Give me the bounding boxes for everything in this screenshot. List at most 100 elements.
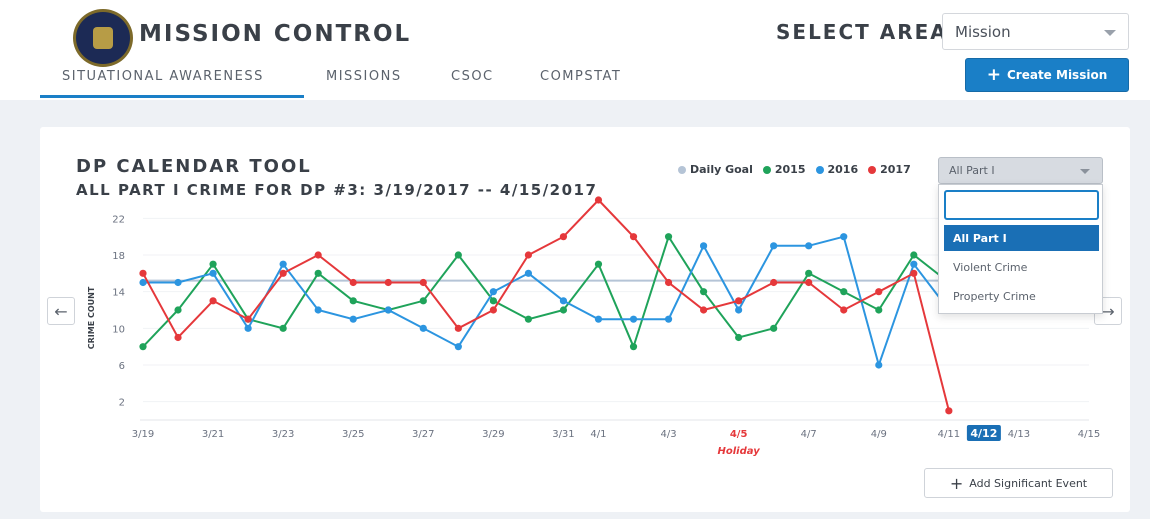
data-point-2016 [489,288,497,296]
data-point-2016 [419,324,427,332]
data-point-2015 [664,233,673,241]
data-point-2015 [454,251,462,259]
x-tick-label: 4/9 [871,429,887,440]
x-tick-label: 4/3 [661,429,677,440]
data-point-2015 [594,260,603,268]
data-point-2016 [559,297,568,305]
y-tick-label: 18 [112,251,125,262]
data-point-2017 [840,306,848,314]
data-point-2016 [594,315,603,323]
dropdown-option-all-part-i[interactable]: All Part I [944,225,1099,251]
data-point-2017 [735,297,743,305]
x-tick-label: 3/25 [342,429,364,440]
data-point-2017 [209,297,217,305]
data-point-2016 [840,233,848,241]
data-point-2015 [489,297,497,305]
data-point-2016 [805,242,813,250]
x-tick-label: 4/7 [801,429,817,440]
data-point-2017 [524,251,533,259]
data-point-2017 [770,278,778,287]
crime-type-dropdown: All Part I Violent Crime Property Crime [938,184,1103,314]
data-point-2016 [349,315,357,323]
dropdown-option-property-crime[interactable]: Property Crime [944,283,1099,309]
x-tick-label: 4/15 [1078,429,1100,440]
data-point-2017 [279,269,287,277]
data-point-2015 [875,306,883,314]
dropdown-option-violent-crime[interactable]: Violent Crime [944,254,1099,280]
x-tick-label: 3/31 [552,429,574,440]
x-tick-label: 4/11 [938,429,960,440]
data-point-2015 [840,288,848,296]
data-point-2016 [735,306,743,314]
data-point-2017 [594,196,603,204]
data-point-2017 [664,278,673,287]
data-point-2015 [279,324,287,332]
data-point-2017 [384,278,392,287]
series-line-2017 [142,198,950,412]
arrow-left-icon: ← [54,301,68,321]
dropdown-search-input[interactable] [944,190,1099,220]
data-point-2016 [875,361,883,369]
crime-type-select-value: All Part I [949,164,995,177]
data-point-2016 [524,269,533,277]
data-point-2016 [174,278,182,287]
data-point-2017 [910,269,918,277]
holiday-label: Holiday [718,446,761,457]
data-point-2016 [279,260,287,268]
y-tick-label: 10 [112,324,125,335]
x-tick-label: 3/29 [482,429,504,440]
data-point-2015 [735,333,743,342]
data-point-2017 [629,233,638,241]
data-point-2015 [629,343,638,351]
data-point-2015 [174,306,182,314]
data-point-2016 [770,242,778,250]
crime-type-select[interactable]: All Part I [938,157,1103,184]
x-tick-label: 3/21 [202,429,224,440]
data-point-2015 [699,288,708,296]
y-tick-label: 2 [119,398,125,409]
data-point-2016 [454,343,462,351]
x-tick-label: 4/1 [590,429,606,440]
data-point-2017 [699,306,708,314]
chevron-down-icon [1080,169,1090,174]
x-tick-label: 3/19 [132,429,154,440]
data-point-2015 [559,306,568,314]
data-point-2015 [209,260,217,268]
x-tick-label: 3/27 [412,429,434,440]
y-tick-label: 14 [112,288,125,299]
data-point-2015 [419,297,427,305]
data-point-2017 [875,288,883,296]
previous-period-button[interactable]: ← [47,297,75,325]
data-point-2016 [699,242,708,250]
data-point-2015 [805,269,813,277]
add-significant-event-button[interactable]: + Add Significant Event [924,468,1113,498]
data-point-2017 [139,269,147,277]
data-point-2016 [244,324,252,332]
data-point-2017 [805,278,813,287]
data-point-2017 [489,306,497,314]
y-axis-label: CRIME COUNT [87,286,96,349]
x-tick-label: 4/5 [730,429,748,440]
data-point-2016 [664,315,673,323]
series-line-2016 [143,235,950,369]
data-point-2016 [209,269,217,277]
y-tick-label: 6 [119,361,125,372]
data-point-2017 [174,333,182,342]
x-tick-label: 3/23 [272,429,294,440]
data-point-2016 [910,260,918,268]
data-point-2015 [139,343,147,351]
data-point-2015 [349,297,357,305]
data-point-2017 [454,324,462,332]
data-point-2017 [314,251,322,259]
data-point-2015 [314,269,322,277]
y-tick-label: 22 [112,214,125,225]
arrow-right-icon: → [1101,301,1115,321]
add-event-label: Add Significant Event [969,476,1088,490]
data-point-2015 [524,315,533,323]
data-point-2017 [419,278,427,287]
x-tick-label: 4/12 [970,427,997,440]
data-point-2016 [314,306,322,314]
data-point-2017 [244,315,252,323]
data-point-2015 [910,251,918,259]
data-point-2015 [770,324,778,332]
